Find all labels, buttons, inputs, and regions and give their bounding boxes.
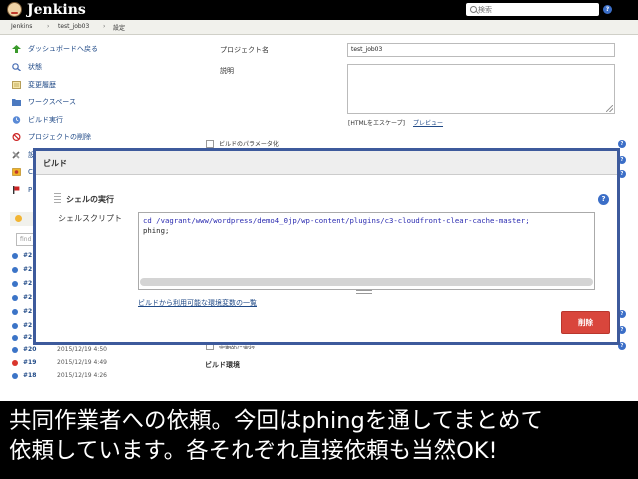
help-icon[interactable]: ?: [618, 140, 626, 148]
search-icon: [470, 6, 477, 13]
status-ball-icon: [12, 295, 18, 301]
build-number[interactable]: #2: [23, 265, 32, 275]
resize-handle-icon[interactable]: [356, 290, 372, 294]
build-history-weather-icon: [15, 215, 22, 222]
description-label: 説明: [220, 67, 234, 75]
flag-icon: [13, 186, 20, 194]
breadcrumb-job[interactable]: test_job03: [58, 23, 89, 30]
horizontal-scrollbar[interactable]: [140, 278, 593, 286]
build-date[interactable]: 2015/12/19 4:49: [57, 358, 107, 368]
build-section-header: ビルド: [36, 151, 617, 175]
build-env-heading: ビルド環境: [205, 361, 240, 369]
notepad-icon: [12, 81, 21, 89]
status-ball-icon: [12, 360, 18, 366]
build-number[interactable]: #2: [23, 333, 32, 343]
build-date[interactable]: 2015/12/19 4:26: [57, 371, 107, 381]
build-number[interactable]: #2: [23, 279, 32, 289]
preview-link[interactable]: プレビュー: [413, 118, 443, 127]
build-number[interactable]: #20: [23, 345, 36, 355]
build-number[interactable]: #2: [23, 321, 32, 331]
magnifier-icon: [12, 63, 21, 71]
up-arrow-icon: [12, 45, 21, 53]
search-input[interactable]: [478, 4, 596, 15]
build-number[interactable]: #18: [23, 371, 36, 381]
parameterize-label: ビルドのパラメータ化: [219, 141, 279, 148]
drag-handle-icon[interactable]: [54, 193, 61, 204]
help-icon[interactable]: ?: [603, 5, 612, 14]
build-number[interactable]: #2: [23, 251, 32, 261]
clock-icon: [12, 116, 21, 124]
help-icon[interactable]: ?: [598, 194, 609, 205]
folder-icon: [12, 99, 21, 106]
build-history-header: [10, 212, 34, 226]
sidebar-item-label: ワークスペース: [28, 98, 76, 106]
sidebar-item-label: ビルド実行: [28, 116, 63, 124]
breadcrumb-configure[interactable]: 設定: [113, 23, 125, 32]
build-number[interactable]: #2: [23, 307, 32, 317]
status-ball-icon: [12, 309, 18, 315]
code-line: cd /vagrant/www/wordpress/demo4_0jp/wp-c…: [143, 216, 530, 225]
parameterize-checkbox[interactable]: [206, 140, 214, 148]
jenkins-header: Jenkins ?: [0, 0, 638, 20]
textarea-resize-icon[interactable]: [606, 105, 613, 112]
no-entry-icon: [12, 133, 21, 141]
breadcrumb-jenkins[interactable]: Jenkins: [11, 23, 32, 30]
status-ball-icon: [12, 323, 18, 329]
status-ball-icon: [12, 267, 18, 273]
description-textarea[interactable]: [347, 64, 615, 114]
logo-text[interactable]: Jenkins: [27, 1, 86, 19]
shell-script-label: シェルスクリプト: [58, 214, 122, 223]
build-section-title: ビルド: [43, 159, 67, 168]
status-ball-icon: [12, 253, 18, 259]
status-ball-icon: [12, 335, 18, 341]
jenkins-logo-icon[interactable]: [7, 2, 22, 17]
breadcrumb-separator: ›: [103, 23, 106, 30]
delete-button[interactable]: 削除: [561, 311, 610, 334]
project-name-input[interactable]: test_job03: [347, 43, 615, 57]
html-escape-note: [HTMLをエスケープ]: [348, 120, 406, 127]
build-number[interactable]: #2: [23, 293, 32, 303]
caption-line: 共同作業者への依頼。今回はphingを通してまとめて: [9, 408, 544, 434]
build-date[interactable]: 2015/12/19 4:50: [57, 345, 107, 355]
sidebar-item-label: プロジェクトの削除: [28, 133, 91, 141]
sidebar-item-label: ダッシュボードへ戻る: [28, 45, 98, 53]
env-vars-link[interactable]: ビルドから利用可能な環境変数の一覧: [138, 298, 257, 308]
breadcrumb: Jenkins › test_job03 › 設定: [0, 20, 638, 35]
build-section: ビルド シェルの実行 ? シェルスクリプト cd /vagrant/www/wo…: [33, 148, 620, 345]
status-ball-icon: [12, 281, 18, 287]
shell-step-title: シェルの実行: [66, 195, 114, 204]
caption-banner: 共同作業者への依頼。今回はphingを通してまとめて 依頼しています。各それぞれ…: [0, 401, 638, 479]
code-line: phing;: [143, 226, 170, 235]
badge-icon: [12, 168, 21, 176]
breadcrumb-separator: ›: [47, 23, 50, 30]
status-ball-icon: [12, 347, 18, 353]
sidebar-item-label: P: [28, 186, 33, 194]
wrench-icon: [12, 151, 20, 159]
build-number[interactable]: #19: [23, 358, 36, 368]
status-ball-icon: [12, 373, 18, 379]
sidebar-item-label: 変更履歴: [28, 81, 56, 89]
periodic-checkbox[interactable]: [206, 345, 214, 350]
project-name-label: プロジェクト名: [220, 46, 269, 54]
sidebar-item-label: 状態: [28, 63, 42, 71]
caption-line: 依頼しています。各それぞれ直接依頼も当然OK!: [9, 438, 498, 464]
